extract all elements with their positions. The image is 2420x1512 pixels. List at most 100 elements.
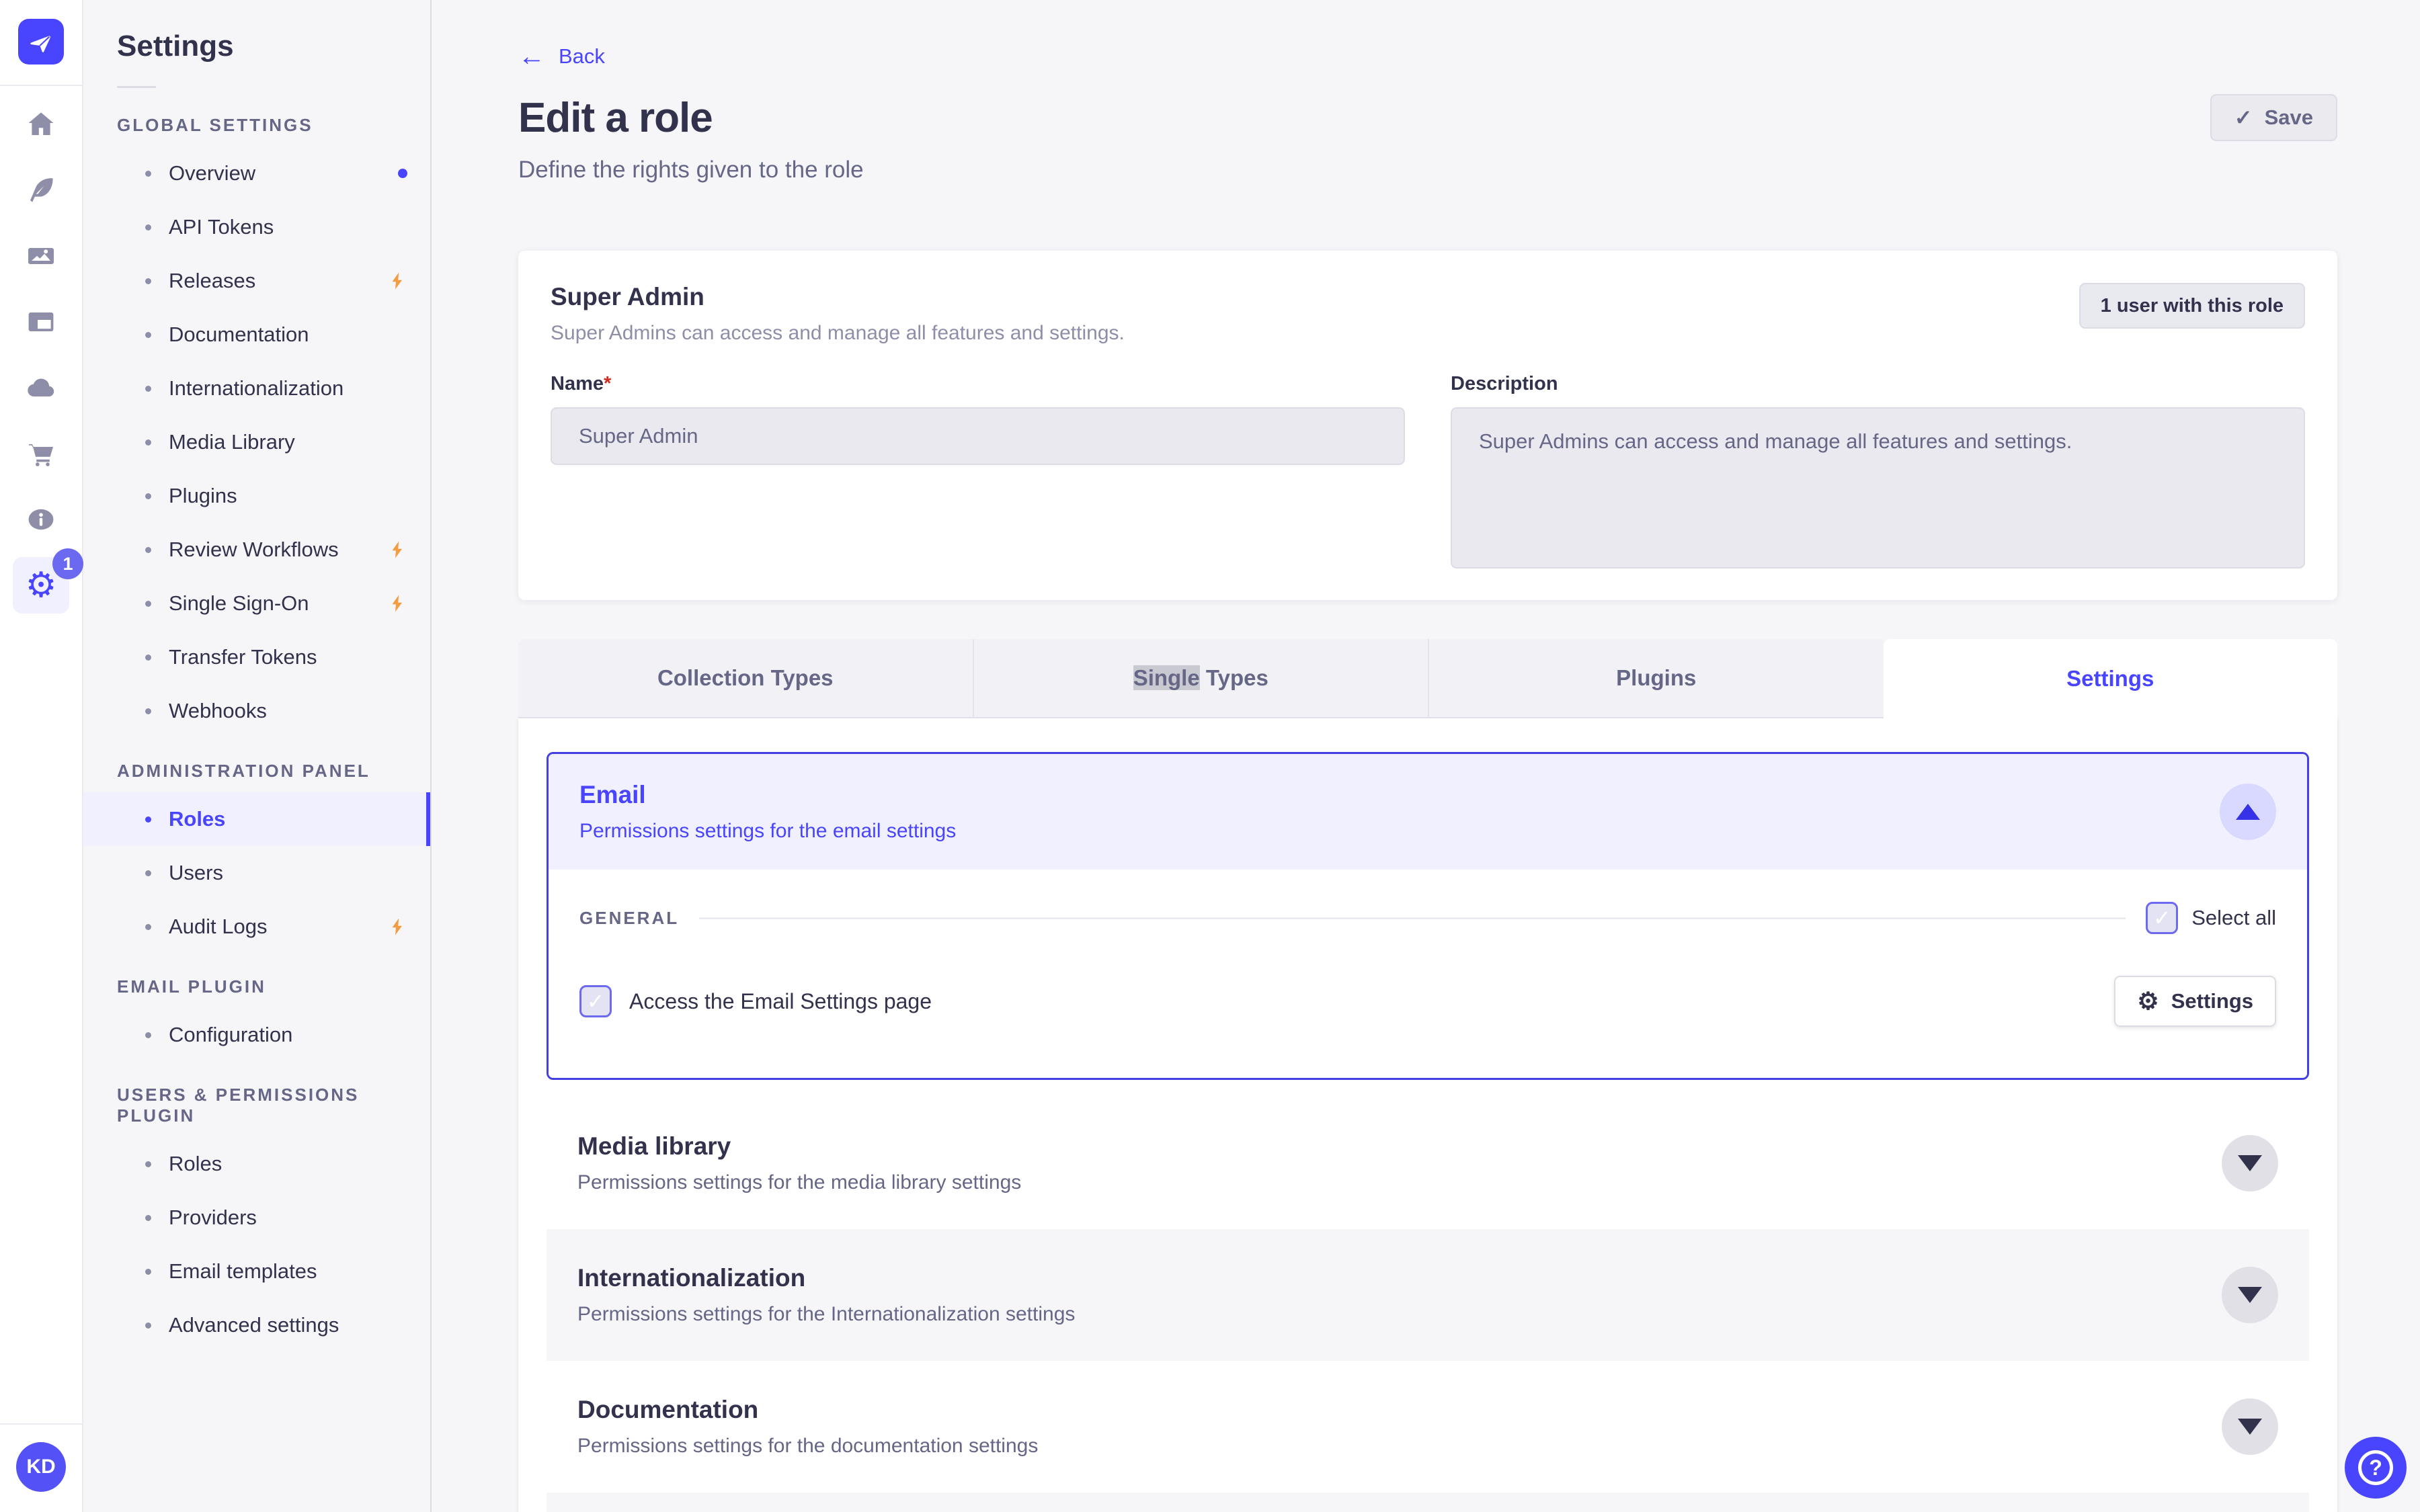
expand-button[interactable] bbox=[2222, 1398, 2278, 1455]
help-button[interactable]: ? bbox=[2345, 1437, 2407, 1499]
content-type-icon[interactable] bbox=[8, 289, 74, 355]
sidebar-item-up-roles[interactable]: Roles bbox=[83, 1137, 430, 1191]
sidebar-item-email-templates[interactable]: Email templates bbox=[83, 1245, 430, 1298]
sidebar-divider bbox=[117, 86, 156, 88]
role-details-card: Super Admin Super Admins can access and … bbox=[518, 251, 2337, 600]
select-all-checkbox[interactable]: ✓ bbox=[2146, 902, 2179, 934]
bullet-icon bbox=[145, 654, 151, 661]
sidebar-item-overview[interactable]: Overview bbox=[83, 146, 430, 200]
sidebar-item-single-sign-on[interactable]: Single Sign-On bbox=[83, 577, 430, 630]
accordion-plugins-marketplace[interactable]: Plugins and marketplace bbox=[547, 1493, 2309, 1512]
gear-glyph: ⚙ bbox=[25, 566, 57, 605]
cloud-icon[interactable] bbox=[8, 355, 74, 421]
sidebar-item-transfer-tokens[interactable]: Transfer Tokens bbox=[83, 630, 430, 684]
select-all-label: Select all bbox=[2191, 906, 2276, 929]
selected-text: Single bbox=[1133, 665, 1200, 690]
expand-button[interactable] bbox=[2222, 1267, 2278, 1323]
page-subtitle: Define the rights given to the role bbox=[518, 157, 864, 183]
collapse-button[interactable] bbox=[2220, 784, 2276, 840]
accordion-email-header[interactable]: Email Permissions settings for the email… bbox=[549, 754, 2307, 870]
strapi-logo[interactable] bbox=[18, 19, 64, 65]
bullet-icon bbox=[145, 708, 151, 714]
accordion-email-body: GENERAL ✓ Select all ✓ Access the Email … bbox=[549, 870, 2307, 1078]
rail-divider bbox=[0, 85, 83, 86]
sidebar-item-internationalization[interactable]: Internationalization bbox=[83, 362, 430, 415]
bullet-icon bbox=[145, 278, 151, 284]
save-button[interactable]: ✓ Save bbox=[2210, 94, 2337, 141]
sidebar-item-configuration[interactable]: Configuration bbox=[83, 1008, 430, 1062]
content-feather-icon[interactable] bbox=[8, 157, 74, 223]
bullet-icon bbox=[145, 546, 151, 553]
tab-single-types[interactable]: Single Types bbox=[972, 639, 1428, 718]
sidebar-item-releases[interactable]: Releases bbox=[83, 254, 430, 308]
accordion-email: Email Permissions settings for the email… bbox=[547, 752, 2309, 1080]
back-link[interactable]: ← Back bbox=[518, 43, 605, 70]
settings-gear-icon[interactable]: ⚙ 1 bbox=[8, 548, 83, 618]
email-settings-permission-label: Access the Email Settings page bbox=[629, 989, 932, 1013]
sidebar-title: Settings bbox=[117, 30, 234, 62]
select-all[interactable]: ✓ Select all bbox=[2146, 902, 2276, 934]
accordion-documentation[interactable]: Documentation Permissions settings for t… bbox=[547, 1361, 2309, 1493]
email-settings-button[interactable]: ⚙ Settings bbox=[2114, 976, 2276, 1027]
name-label: Name* bbox=[551, 373, 612, 394]
sidebar-item-providers[interactable]: Providers bbox=[83, 1191, 430, 1245]
avatar[interactable]: KD bbox=[16, 1442, 66, 1492]
bullet-icon bbox=[145, 816, 151, 823]
bullet-icon bbox=[145, 1322, 151, 1329]
question-mark-icon: ? bbox=[2358, 1450, 2393, 1485]
sidebar-item-media-library[interactable]: Media Library bbox=[83, 415, 430, 469]
accordion-media-library[interactable]: Media library Permissions settings for t… bbox=[547, 1097, 2309, 1229]
bullet-icon bbox=[145, 1214, 151, 1221]
page-title: Edit a role bbox=[518, 95, 713, 141]
section-email-plugin: EMAIL PLUGIN bbox=[117, 976, 266, 997]
expand-button[interactable] bbox=[2222, 1135, 2278, 1191]
bullet-icon bbox=[145, 224, 151, 230]
home-icon[interactable] bbox=[8, 91, 74, 157]
sidebar-item-users[interactable]: Users bbox=[83, 846, 430, 900]
email-settings-checkbox[interactable]: ✓ bbox=[579, 985, 612, 1017]
lightning-icon bbox=[392, 918, 402, 935]
check-icon: ✓ bbox=[2234, 106, 2253, 130]
general-divider bbox=[699, 917, 2126, 919]
chevron-down-icon bbox=[2238, 1287, 2262, 1303]
bullet-icon bbox=[145, 1161, 151, 1167]
lightning-icon bbox=[392, 272, 402, 290]
bullet-icon bbox=[145, 170, 151, 177]
bullet-icon bbox=[145, 331, 151, 338]
role-name-input[interactable] bbox=[551, 407, 1405, 465]
role-description-textarea[interactable]: Super Admins can access and manage all f… bbox=[1451, 407, 2305, 569]
sidebar-item-documentation[interactable]: Documentation bbox=[83, 308, 430, 362]
bullet-icon bbox=[145, 493, 151, 499]
sidebar-item-advanced-settings[interactable]: Advanced settings bbox=[83, 1298, 430, 1352]
info-icon[interactable] bbox=[8, 487, 74, 552]
sidebar-item-audit-logs[interactable]: Audit Logs bbox=[83, 900, 430, 954]
tab-collection-types[interactable]: Collection Types bbox=[518, 639, 973, 718]
back-label: Back bbox=[559, 44, 605, 68]
media-library-icon[interactable] bbox=[8, 223, 74, 289]
tab-settings[interactable]: Settings bbox=[1883, 639, 2337, 718]
section-users-permissions-plugin: USERS & PERMISSIONS PLUGIN bbox=[117, 1085, 360, 1126]
lightning-icon bbox=[392, 595, 402, 612]
chevron-down-icon bbox=[2238, 1419, 2262, 1435]
back-arrow-icon: ← bbox=[518, 42, 545, 71]
bullet-icon bbox=[145, 600, 151, 607]
sidebar-item-review-workflows[interactable]: Review Workflows bbox=[83, 523, 430, 577]
accordion-internationalization[interactable]: Internationalization Permissions setting… bbox=[547, 1229, 2309, 1361]
sidebar-item-roles[interactable]: Roles bbox=[83, 792, 430, 846]
required-asterisk: * bbox=[604, 373, 612, 394]
role-subtitle: Super Admins can access and manage all f… bbox=[551, 322, 1125, 344]
chevron-up-icon bbox=[2236, 804, 2260, 820]
settings-sidebar: Settings GLOBAL SETTINGS Overview API To… bbox=[83, 0, 432, 1512]
settings-badge: 1 bbox=[52, 548, 83, 579]
users-with-role-button[interactable]: 1 user with this role bbox=[2079, 283, 2305, 329]
tab-plugins[interactable]: Plugins bbox=[1428, 639, 1884, 718]
section-global-settings: GLOBAL SETTINGS bbox=[117, 115, 313, 135]
bullet-icon bbox=[145, 1268, 151, 1275]
general-section-label: GENERAL bbox=[579, 907, 680, 928]
sidebar-item-api-tokens[interactable]: API Tokens bbox=[83, 200, 430, 254]
sidebar-item-plugins[interactable]: Plugins bbox=[83, 469, 430, 523]
marketplace-cart-icon[interactable] bbox=[8, 421, 74, 487]
gear-icon: ⚙ bbox=[2137, 987, 2159, 1015]
lightning-icon bbox=[392, 541, 402, 558]
sidebar-item-webhooks[interactable]: Webhooks bbox=[83, 684, 430, 738]
